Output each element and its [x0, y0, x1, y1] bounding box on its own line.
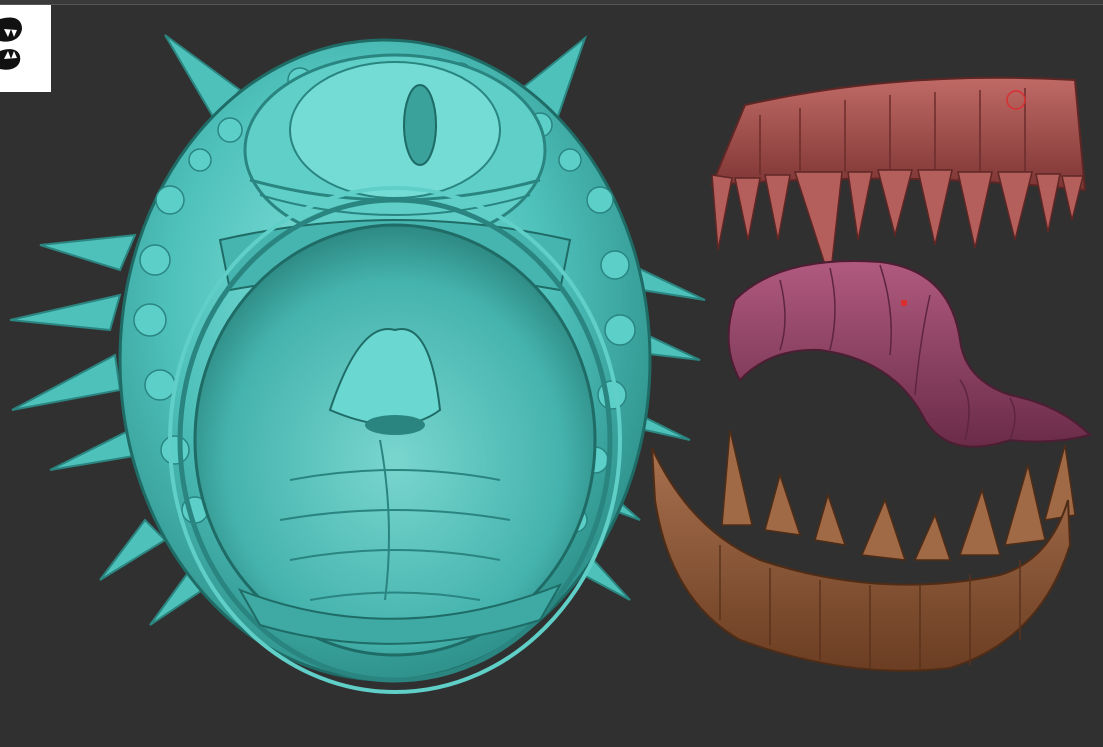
tongue-mesh[interactable] [727, 260, 1092, 448]
selection-marker-icon [901, 300, 907, 306]
lower-fangs [721, 429, 1076, 561]
mouth-cavity [193, 223, 597, 657]
upper-fangs [711, 169, 1084, 281]
upper-teeth-mesh[interactable] [710, 76, 1087, 281]
head-mesh[interactable] [9, 34, 706, 694]
scene-canvas[interactable] [0, 0, 1103, 747]
eye-slit [403, 84, 437, 166]
zbrush-viewport[interactable] [0, 0, 1103, 747]
lower-teeth-mesh[interactable] [651, 429, 1076, 672]
